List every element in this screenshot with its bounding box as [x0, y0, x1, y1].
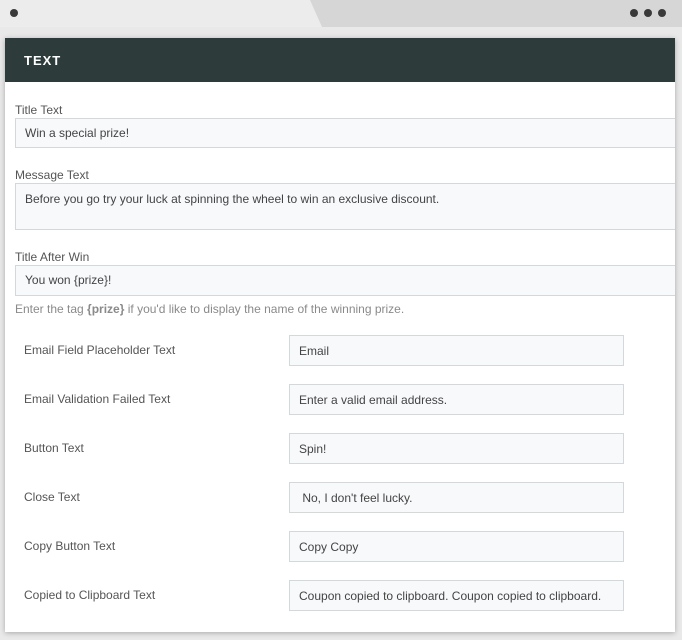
title-after-win-input[interactable]: You won {prize}!: [15, 265, 675, 296]
menu-dot-icon[interactable]: [658, 9, 666, 17]
title-text-label: Title Text: [15, 103, 63, 117]
window-dot-icon: [10, 9, 18, 17]
hint-text-after: if you'd like to display the name of the…: [124, 302, 405, 316]
browser-chrome: [0, 0, 682, 27]
title-after-win-label: Title After Win: [15, 250, 90, 264]
settings-panel: TEXT Title Text Win a special prize! Mes…: [5, 38, 675, 632]
prize-tag-hint: Enter the tag {prize} if you'd like to d…: [15, 302, 404, 316]
close-text-input[interactable]: No, I don't feel lucky.: [289, 482, 624, 513]
email-validation-input[interactable]: Enter a valid email address.: [289, 384, 624, 415]
copy-button-text-label: Copy Button Text: [24, 539, 116, 553]
close-text-label: Close Text: [24, 490, 80, 504]
panel-header: TEXT: [5, 38, 675, 82]
title-text-input[interactable]: Win a special prize!: [15, 118, 675, 148]
message-text-textarea[interactable]: Before you go try your luck at spinning …: [15, 183, 675, 230]
copied-to-clipboard-label: Copied to Clipboard Text: [24, 588, 156, 602]
copied-to-clipboard-input[interactable]: Coupon copied to clipboard. Coupon copie…: [289, 580, 624, 611]
email-placeholder-label: Email Field Placeholder Text: [24, 343, 176, 357]
message-text-label: Message Text: [15, 168, 89, 182]
menu-dot-icon[interactable]: [630, 9, 638, 17]
email-placeholder-input[interactable]: Email: [289, 335, 624, 366]
hint-text-before: Enter the tag: [15, 302, 88, 316]
browser-tab[interactable]: [0, 0, 322, 27]
button-text-label: Button Text: [24, 441, 84, 455]
panel-title: TEXT: [24, 52, 62, 68]
hint-prize-tag: {prize}: [87, 302, 125, 316]
button-text-input[interactable]: Spin!: [289, 433, 624, 464]
email-validation-label: Email Validation Failed Text: [24, 392, 171, 406]
copy-button-text-input[interactable]: Copy Copy: [289, 531, 624, 562]
menu-dot-icon[interactable]: [644, 9, 652, 17]
